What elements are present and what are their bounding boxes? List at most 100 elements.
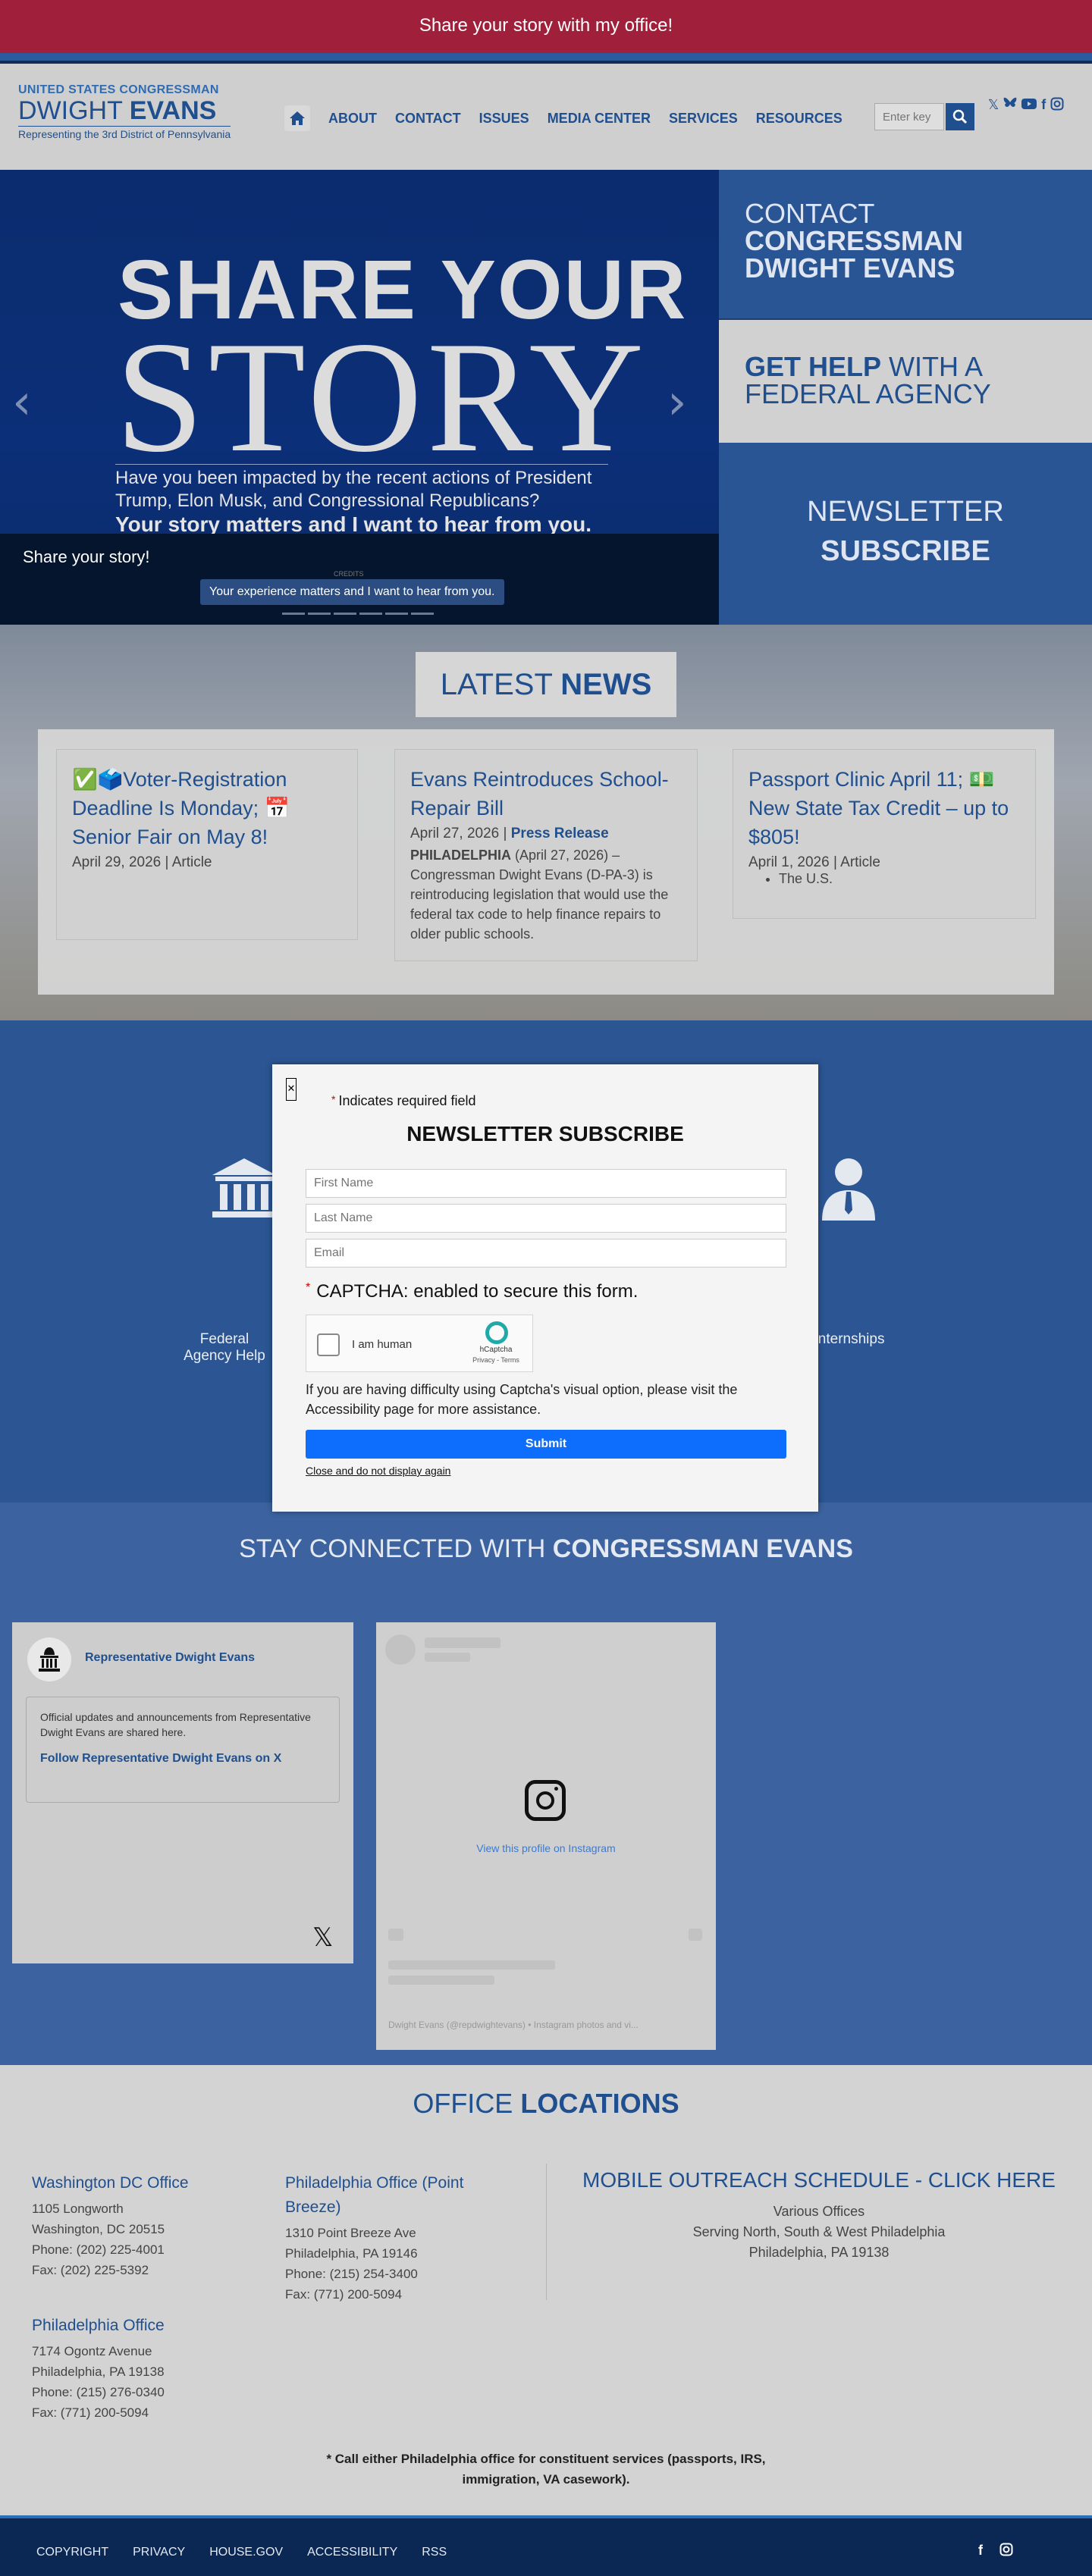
news-heading-b: NEWS: [560, 668, 652, 701]
nav-services[interactable]: SERVICES: [669, 111, 738, 127]
news-lead: PHILADELPHIA: [410, 848, 512, 863]
close-icon[interactable]: ✕: [286, 1078, 297, 1101]
federal-agency-help-label[interactable]: Federal Agency Help: [179, 1331, 270, 1365]
footer-privacy[interactable]: PRIVACY: [133, 2546, 185, 2559]
hcaptcha-links[interactable]: Privacy - Terms: [469, 1356, 523, 1364]
human-checkbox[interactable]: [317, 1333, 340, 1356]
facebook-icon[interactable]: f: [1041, 97, 1046, 114]
youtube-icon[interactable]: [1021, 97, 1037, 114]
nav-media-center[interactable]: MEDIA CENTER: [548, 111, 651, 127]
caption-button[interactable]: Your experience matters and I want to he…: [200, 579, 504, 605]
news-card[interactable]: Passport Clinic April 11; 💵 New State Ta…: [733, 749, 1036, 919]
office-name[interactable]: Philadelphia Office: [32, 2314, 259, 2338]
hero-carousel[interactable]: ‹ › SHARE YOUR STORY Have you been impac…: [0, 170, 719, 625]
footer-rss[interactable]: RSS: [422, 2546, 447, 2559]
contact-link-box[interactable]: CONTACT CONGRESSMAN DWIGHT EVANS: [719, 170, 1092, 320]
required-asterisk: *: [306, 1281, 311, 1294]
instagram-icon[interactable]: [1050, 97, 1064, 114]
news-type-link[interactable]: Press Release: [511, 826, 609, 841]
home-icon[interactable]: [284, 105, 310, 131]
carousel-prev-icon[interactable]: ‹: [12, 374, 32, 431]
nav-contact[interactable]: CONTACT: [395, 111, 461, 127]
email-input[interactable]: [306, 1239, 786, 1268]
banner-text[interactable]: Share your story with my office!: [419, 15, 673, 36]
x-follow-link[interactable]: Follow Representative Dwight Evans on X: [40, 1752, 325, 1766]
capitol-icon[interactable]: [209, 1155, 279, 1223]
newsletter-box[interactable]: NEWSLETTER SUBSCRIBE: [719, 443, 1092, 625]
instagram-icon[interactable]: [525, 1780, 566, 1821]
first-name-input[interactable]: [306, 1169, 786, 1198]
required-note: * Indicates required field: [331, 1093, 476, 1109]
caption-credits[interactable]: CREDITS: [334, 570, 364, 578]
federal-help-box[interactable]: GET HELP WITH A FEDERAL AGENCY: [719, 320, 1092, 443]
news-card-meta: April 1, 2026 | Article: [748, 854, 880, 870]
offices-heading-a: OFFICE: [413, 2088, 521, 2119]
ig-skeleton-line: [425, 1653, 470, 1662]
bluesky-icon[interactable]: [1003, 97, 1017, 114]
office-locations-section: OFFICE LOCATIONS Washington DC Office 11…: [0, 2065, 1092, 2515]
logo-line1: UNITED STATES CONGRESSMAN: [18, 83, 219, 96]
modal-title: NEWSLETTER SUBSCRIBE: [406, 1122, 684, 1145]
news-heading: LATEST NEWS: [416, 652, 676, 717]
nav-resources[interactable]: RESOURCES: [756, 111, 843, 127]
share-story-banner[interactable]: Share your story with my office!: [0, 0, 1092, 53]
contact-line1: CONTACT: [745, 198, 875, 229]
footer-house-gov[interactable]: HOUSE.GOV: [209, 2546, 283, 2559]
news-card-meta: April 27, 2026 | Press Release: [410, 826, 609, 841]
person-icon[interactable]: [819, 1157, 878, 1224]
news-card-title[interactable]: Evans Reintroduces School-Repair Bill: [410, 765, 682, 823]
main-nav: ABOUT CONTACT ISSUES MEDIA CENTER SERVIC…: [284, 105, 843, 131]
office-address: 7174 Ogontz Avenue: [32, 2344, 152, 2358]
x-logo-icon[interactable]: 𝕏: [312, 1923, 333, 1953]
carousel-dot[interactable]: [411, 613, 434, 615]
office-phone: Phone: (215) 276-0340: [32, 2385, 165, 2399]
search-form: [874, 103, 974, 130]
mobile-outreach-link[interactable]: MOBILE OUTREACH SCHEDULE - CLICK HERE: [554, 2168, 1084, 2192]
hcaptcha-brand: hCaptcha: [479, 1346, 513, 1354]
mobile-line: Various Offices: [773, 2204, 865, 2219]
carousel-dot[interactable]: [282, 613, 305, 615]
office-dc: Washington DC Office 1105 Longworth Wash…: [32, 2171, 259, 2280]
last-name-input[interactable]: [306, 1204, 786, 1233]
ig-view-profile-link[interactable]: View this profile on Instagram: [376, 1842, 716, 1854]
news-card-title[interactable]: Passport Clinic April 11; 💵 New State Ta…: [748, 765, 1020, 851]
facebook-icon[interactable]: f: [978, 2543, 983, 2560]
close-dont-display-link[interactable]: Close and do not display again: [306, 1465, 450, 1477]
offices-note: * Call either Philadelphia office for co…: [0, 2449, 1092, 2490]
x-embed-card: Representative Dwight Evans Official upd…: [12, 1622, 353, 1963]
office-name[interactable]: Philadelphia Office (Point Breeze): [285, 2171, 513, 2220]
subscribe-label: SUBSCRIBE: [821, 535, 990, 567]
x-account-name[interactable]: Representative Dwight Evans: [85, 1651, 255, 1665]
carousel-dot[interactable]: [359, 613, 382, 615]
submit-button[interactable]: Submit: [306, 1430, 786, 1459]
news-card[interactable]: Evans Reintroduces School-Repair Bill Ap…: [394, 749, 698, 961]
instagram-embed-card[interactable]: View this profile on Instagram Dwight Ev…: [376, 1622, 716, 2050]
search-input[interactable]: [874, 103, 944, 130]
ig-footer-text[interactable]: Dwight Evans (@repdwightevans) • Instagr…: [388, 2020, 639, 2030]
office-name[interactable]: Washington DC Office: [32, 2171, 259, 2195]
site-header: UNITED STATES CONGRESSMAN DWIGHT EVANS R…: [0, 64, 1092, 170]
carousel-next-icon[interactable]: ›: [667, 374, 687, 431]
carousel-dot[interactable]: [308, 613, 331, 615]
capitol-avatar-icon[interactable]: [27, 1637, 71, 1681]
office-point-breeze: Philadelphia Office (Point Breeze) 1310 …: [285, 2171, 513, 2305]
search-icon[interactable]: [946, 103, 974, 130]
footer-accessibility[interactable]: ACCESSIBILITY: [307, 2546, 397, 2559]
footer-social: f: [978, 2543, 1013, 2560]
instagram-icon[interactable]: [999, 2543, 1013, 2560]
x-icon[interactable]: 𝕏: [988, 97, 999, 114]
footer-copyright[interactable]: COPYRIGHT: [36, 2546, 108, 2559]
nav-about[interactable]: ABOUT: [328, 111, 377, 127]
site-logo[interactable]: UNITED STATES CONGRESSMAN DWIGHT EVANS R…: [18, 83, 231, 140]
office-address: 1105 Longworth: [32, 2202, 124, 2216]
carousel-dot[interactable]: [385, 613, 408, 615]
carousel-dot[interactable]: [334, 613, 356, 615]
logo-first: DWIGHT: [18, 96, 130, 125]
office-city: Philadelphia, PA 19146: [285, 2246, 418, 2261]
side-links: CONTACT CONGRESSMAN DWIGHT EVANS GET HELP …: [719, 170, 1092, 625]
nav-issues[interactable]: ISSUES: [479, 111, 529, 127]
news-card-title[interactable]: ✅🗳️Voter-Registration Deadline Is Monday…: [72, 765, 342, 851]
logo-tagline: Representing the 3rd District of Pennsyl…: [18, 126, 231, 140]
news-card[interactable]: ✅🗳️Voter-Registration Deadline Is Monday…: [56, 749, 358, 940]
contact-line3: DWIGHT EVANS: [745, 252, 956, 284]
